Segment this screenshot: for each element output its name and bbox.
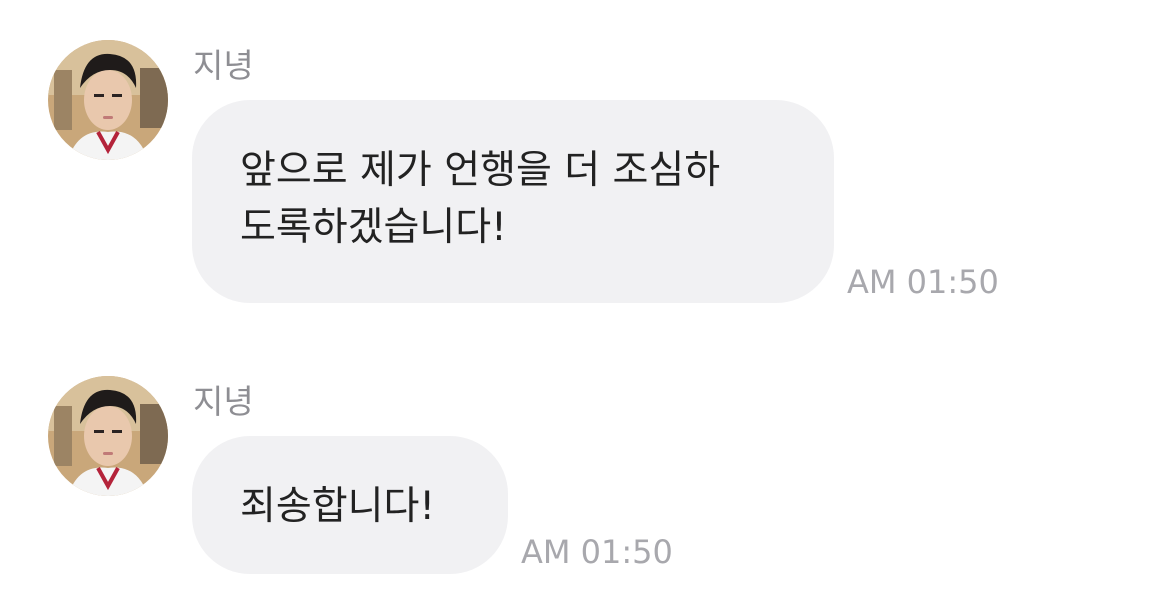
message-bubble[interactable]: 앞으로 제가 언행을 더 조심하 도록하겠습니다! bbox=[192, 100, 834, 303]
sender-name: 지녕 bbox=[193, 46, 254, 85]
avatar[interactable] bbox=[48, 376, 168, 496]
message-text-line: 도록하겠습니다! bbox=[240, 205, 507, 250]
message-text-line: 죄송합니다! bbox=[240, 484, 436, 529]
sender-name: 지녕 bbox=[193, 382, 254, 421]
message-text-line: 앞으로 제가 언행을 더 조심하 bbox=[240, 148, 721, 193]
message-timestamp: AM 01:50 bbox=[847, 263, 999, 301]
message-timestamp: AM 01:50 bbox=[521, 533, 673, 571]
profile-photo-icon bbox=[48, 376, 168, 496]
profile-photo-icon bbox=[48, 40, 168, 160]
message-bubble[interactable]: 죄송합니다! bbox=[192, 436, 508, 574]
avatar[interactable] bbox=[48, 40, 168, 160]
